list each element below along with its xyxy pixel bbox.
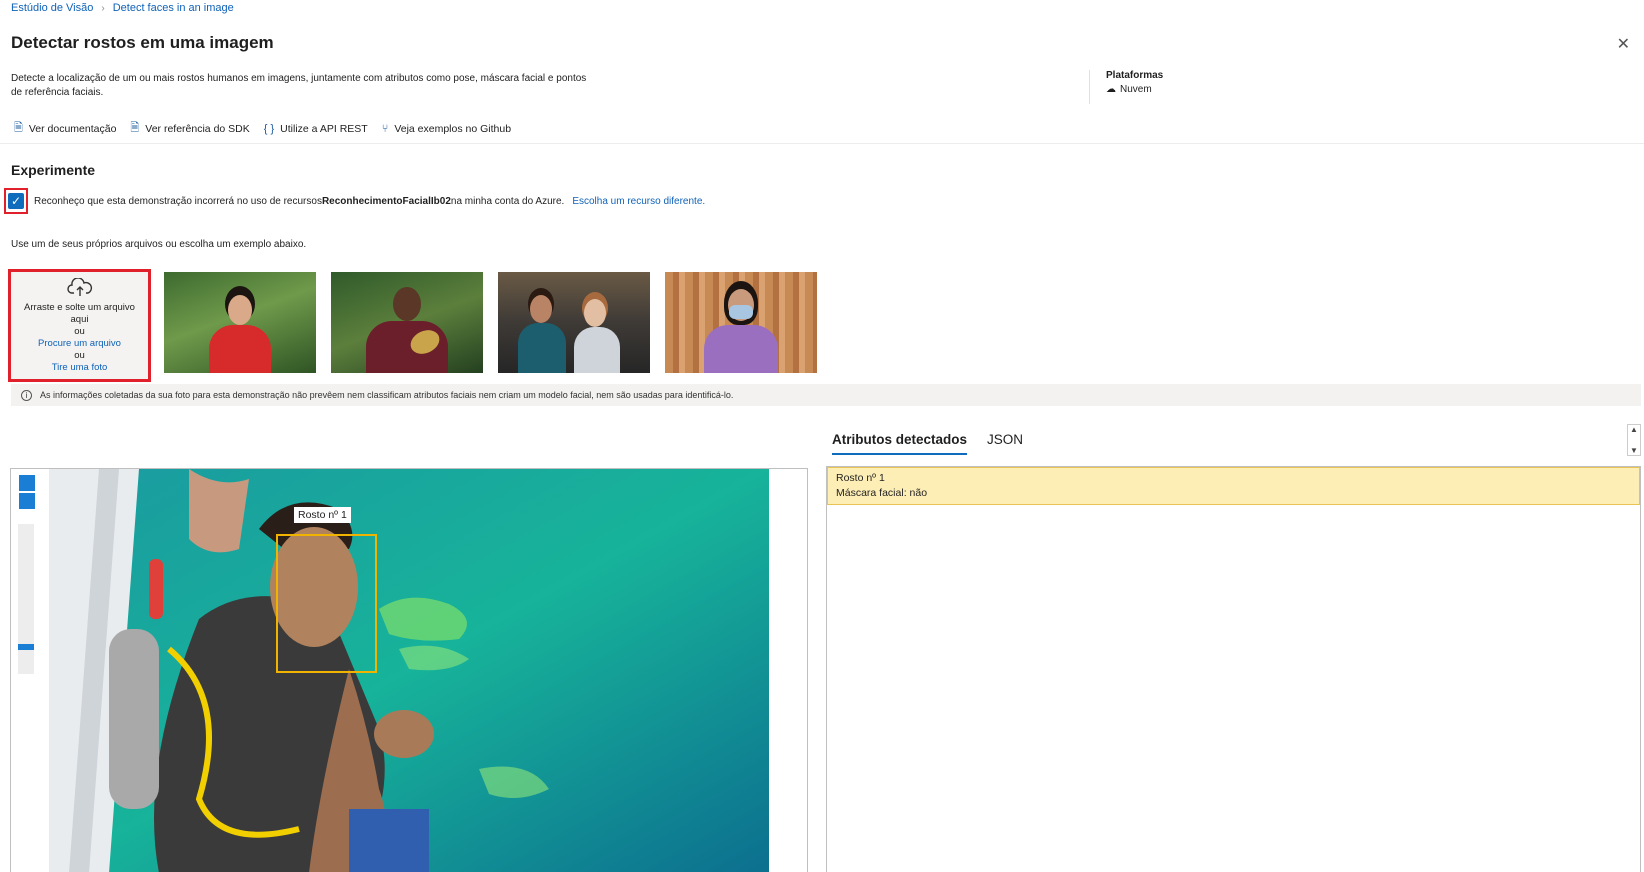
- page-title: Detectar rostos em uma imagem: [11, 33, 274, 52]
- rest-api-link[interactable]: { } Utilize a API REST: [264, 119, 368, 138]
- cloud-upload-icon: [66, 276, 93, 298]
- page-description: Detecte a localização de um ou mais rost…: [11, 73, 587, 98]
- platforms-value: ☁ Nuvem: [1106, 84, 1163, 95]
- upload-or-2: ou: [74, 349, 85, 361]
- results-panel: Rosto nº 1 Máscara facial: não: [826, 466, 1641, 872]
- face-card-title: Rosto nº 1: [836, 472, 885, 484]
- sample-image-2[interactable]: [331, 272, 483, 373]
- privacy-info-text: As informações coletadas da sua foto par…: [40, 390, 734, 400]
- resource-links: 🗎 Ver documentação 🗎 Ver referência do S…: [14, 119, 511, 138]
- platforms-label: Plataformas: [1106, 70, 1164, 81]
- upload-or-1: ou: [74, 325, 85, 337]
- results-scrollbar[interactable]: ▲ ▼: [1627, 424, 1641, 456]
- take-photo-link[interactable]: Tire uma foto: [52, 362, 108, 374]
- sample-image-1[interactable]: [164, 272, 316, 373]
- use-files-text: Use um de seus próprios arquivos ou esco…: [11, 239, 307, 250]
- face-label: Rosto nº 1: [294, 507, 351, 523]
- docs-link[interactable]: 🗎 Ver documentação: [14, 119, 116, 138]
- cloud-icon: ☁: [1106, 84, 1116, 95]
- zoom-out-button[interactable]: [19, 493, 35, 509]
- choose-resource-link[interactable]: Escolha um recurso diferente.: [572, 196, 705, 207]
- acknowledge-row: ✓ Reconheço que esta demonstração incorr…: [4, 188, 705, 214]
- tab-detected-attributes[interactable]: Atributos detectados: [832, 432, 968, 455]
- close-icon[interactable]: ✕: [1617, 34, 1630, 54]
- upload-drop-text: Arraste e solte um arquivo aqui: [24, 301, 135, 325]
- sample-image-4[interactable]: [665, 272, 817, 373]
- breadcrumb: Estúdio de Visão › Detect faces in an im…: [11, 2, 234, 14]
- chevron-down-icon[interactable]: ▼: [1630, 446, 1638, 455]
- zoom-slider[interactable]: [18, 524, 34, 674]
- github-samples-link[interactable]: ⑂ Veja exemplos no Github: [382, 119, 511, 138]
- zoom-slider-thumb[interactable]: [18, 644, 34, 650]
- face-result-card[interactable]: Rosto nº 1 Máscara facial: não: [827, 467, 1640, 505]
- analyzed-photo: [49, 469, 769, 872]
- document-icon: 🗎: [14, 122, 23, 134]
- zoom-in-button[interactable]: [19, 475, 35, 491]
- platforms-panel: Plataformas ☁ Nuvem: [1089, 70, 1163, 104]
- results-tabs: Atributos detectados JSON: [832, 432, 1023, 455]
- sample-image-3[interactable]: [498, 272, 650, 373]
- acknowledge-checkbox-highlight: ✓: [4, 188, 28, 214]
- ack-suffix: na minha conta do Azure.: [450, 195, 565, 207]
- tab-json[interactable]: JSON: [987, 432, 1023, 455]
- checkmark-icon: ✓: [10, 194, 22, 208]
- privacy-info-bar: i As informações coletadas da sua foto p…: [11, 384, 1641, 406]
- face-bounding-box[interactable]: [276, 534, 377, 673]
- chevron-up-icon[interactable]: ▲: [1630, 425, 1638, 434]
- platforms-value-text: Nuvem: [1120, 84, 1152, 95]
- face-card-attribute: Máscara facial: não: [836, 487, 928, 499]
- document-icon: 🗎: [130, 122, 140, 134]
- zoom-controls: [19, 475, 35, 511]
- info-icon: i: [21, 389, 32, 401]
- sdk-reference-label: Ver referência do SDK: [145, 122, 250, 135]
- chevron-right-icon: ›: [101, 2, 105, 14]
- breadcrumb-root-link[interactable]: Estúdio de Visão: [11, 2, 93, 14]
- image-viewer: [10, 468, 808, 872]
- upload-dropzone[interactable]: Arraste e solte um arquivo aqui ou Procu…: [8, 269, 151, 382]
- browse-file-link[interactable]: Procure um arquivo: [38, 338, 121, 350]
- rest-api-label: Utilize a API REST: [280, 122, 368, 135]
- braces-icon: { }: [263, 122, 275, 135]
- github-samples-label: Veja exemplos no Github: [394, 122, 512, 135]
- acknowledge-checkbox[interactable]: ✓: [8, 193, 24, 209]
- section-title: Experimente: [11, 162, 96, 178]
- breadcrumb-current-link[interactable]: Detect faces in an image: [113, 2, 234, 14]
- branch-icon: ⑂: [381, 122, 389, 135]
- docs-link-label: Ver documentação: [28, 122, 117, 135]
- sdk-reference-link[interactable]: 🗎 Ver referência do SDK: [130, 119, 249, 138]
- ack-resource: ReconhecimentoFacialIb02: [321, 195, 451, 207]
- ack-prefix: Reconheço que esta demonstração incorrer…: [34, 195, 322, 207]
- divider: [0, 143, 1644, 144]
